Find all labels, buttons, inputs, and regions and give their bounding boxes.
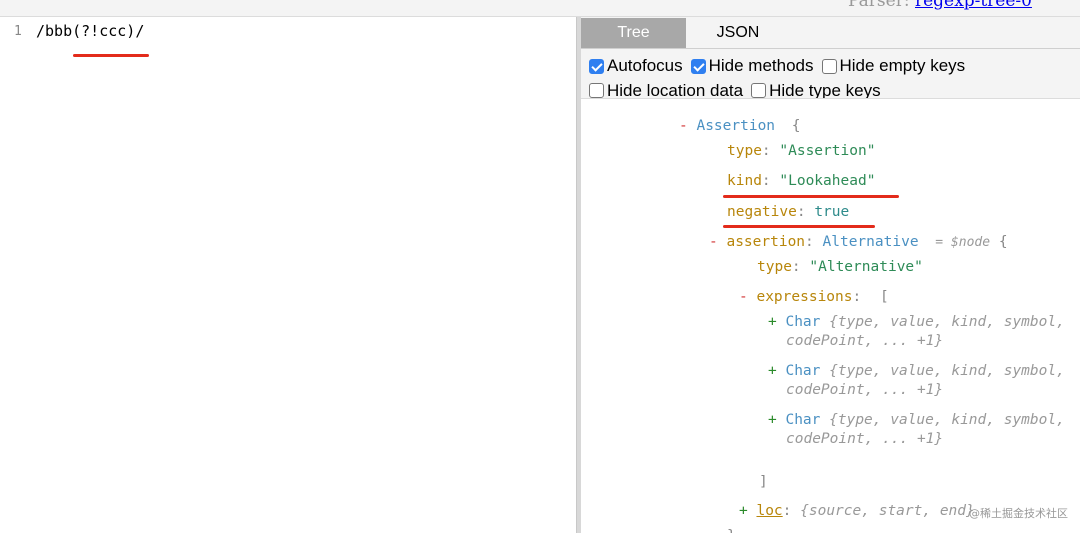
annotation-underline-negative [723, 225, 875, 228]
expand-toggle[interactable]: + [768, 314, 777, 330]
node-summary-cont: codePoint, ... +1} [786, 431, 944, 447]
tree-node-assertion-child[interactable]: - assertion: Alternative = $node { [709, 233, 1008, 252]
tree-prop-negative: negative: true [727, 203, 849, 222]
colon: : [805, 234, 814, 250]
code-line[interactable]: /bbb(?!ccc)/ [36, 22, 144, 40]
parser-link[interactable]: regexp-tree-0 [915, 0, 1032, 11]
prop-value: true [814, 204, 850, 220]
annotation-underline-lookahead [73, 54, 149, 57]
checkbox-hide-empty-keys[interactable] [821, 58, 837, 74]
checkbox-autofocus[interactable] [589, 58, 604, 74]
tree-prop-alt-type: type: "Alternative" [757, 258, 923, 277]
top-bar: Parser: regexp-tree-0 [0, 0, 1080, 17]
collapse-toggle[interactable]: - [739, 289, 748, 305]
checkbox-hide-type-keys[interactable] [751, 83, 767, 98]
watermark: @稀土掘金技术社区 [969, 507, 1068, 520]
close-bracket: ] [759, 474, 768, 490]
tab-divider [581, 48, 1080, 49]
prop-key: expressions [756, 289, 853, 305]
parser-info: Parser: regexp-tree-0 [848, 0, 1032, 11]
colon: : [852, 289, 862, 305]
option-autofocus[interactable]: Autofocus [589, 55, 683, 77]
annotation-underline-kind [723, 195, 899, 198]
checkbox-hide-location-data[interactable] [589, 83, 604, 98]
node-summary: {source, start, end} [800, 503, 975, 519]
node-meta: = $node [935, 235, 991, 250]
prop-key: kind [727, 173, 762, 189]
prop-key: type [757, 259, 792, 275]
colon: : [782, 503, 792, 519]
tree-node-char[interactable]: + Char {type, value, kind, symbol, [768, 362, 1065, 381]
tab-json[interactable]: JSON [686, 18, 790, 48]
option-label: Autofocus [607, 56, 683, 75]
collapse-toggle[interactable]: - [679, 118, 688, 134]
open-brace: { [998, 234, 1008, 250]
expand-toggle[interactable]: + [768, 412, 777, 428]
tree-node-char[interactable]: + Char {type, value, kind, symbol, [768, 313, 1065, 332]
tab-tree[interactable]: Tree [581, 18, 686, 48]
line-number: 1 [14, 24, 22, 39]
node-type[interactable]: Char [785, 363, 820, 379]
option-label: Hide methods [708, 56, 814, 75]
prop-value: "Lookahead" [779, 173, 876, 189]
colon: : [796, 204, 806, 220]
node-summary: {type, value, kind, symbol, [829, 314, 1065, 330]
prop-key: type [727, 143, 762, 159]
node-summary: {type, value, kind, symbol, [829, 363, 1065, 379]
tree-node-assertion[interactable]: - Assertion { [679, 117, 801, 136]
tree-prop-kind: kind: "Lookahead" [727, 172, 875, 191]
open-bracket: [ [879, 289, 889, 305]
expand-toggle[interactable]: + [739, 503, 748, 519]
option-hide-methods[interactable]: Hide methods [690, 55, 814, 77]
colon: : [791, 259, 801, 275]
node-type[interactable]: Char [785, 412, 820, 428]
node-type[interactable]: Char [785, 314, 820, 330]
checkbox-hide-methods[interactable] [690, 58, 706, 74]
tree-node-loc[interactable]: + loc: {source, start, end} [739, 502, 975, 521]
prop-key[interactable]: loc [756, 503, 782, 519]
close-brace: } [727, 527, 736, 533]
output-panel: Tree JSON Autofocus Hide methods Hide empt… [581, 17, 1080, 533]
ast-tree: - Assertion { type: "Assertion" kind: "L… [581, 99, 1080, 533]
prop-value: "Assertion" [779, 143, 876, 159]
tree-prop-type: type: "Assertion" [727, 142, 875, 161]
parser-label: Parser: [848, 0, 910, 11]
colon: : [761, 173, 771, 189]
tree-node-expressions[interactable]: - expressions: [ [739, 288, 889, 307]
node-summary-cont: codePoint, ... +1} [786, 382, 944, 398]
prop-key: assertion [726, 234, 806, 250]
node-type[interactable]: Alternative [823, 234, 919, 250]
code-editor[interactable]: 1 /bbb(?!ccc)/ [0, 17, 576, 533]
tree-node-char[interactable]: + Char {type, value, kind, symbol, [768, 411, 1065, 430]
collapse-toggle[interactable]: - [709, 234, 718, 250]
open-brace: { [791, 118, 801, 134]
node-type[interactable]: Assertion [696, 118, 775, 134]
view-tabs: Tree JSON [581, 18, 1080, 48]
colon: : [761, 143, 771, 159]
expand-toggle[interactable]: + [768, 363, 777, 379]
node-summary-cont: codePoint, ... +1} [786, 333, 944, 349]
tree-options: Autofocus Hide methods Hide empty keys Hid… [589, 55, 1079, 104]
option-label: Hide empty keys [839, 56, 966, 75]
prop-value: "Alternative" [809, 259, 923, 275]
node-summary: {type, value, kind, symbol, [829, 412, 1065, 428]
option-hide-empty-keys[interactable]: Hide empty keys [821, 55, 966, 77]
prop-key: negative [727, 204, 797, 220]
